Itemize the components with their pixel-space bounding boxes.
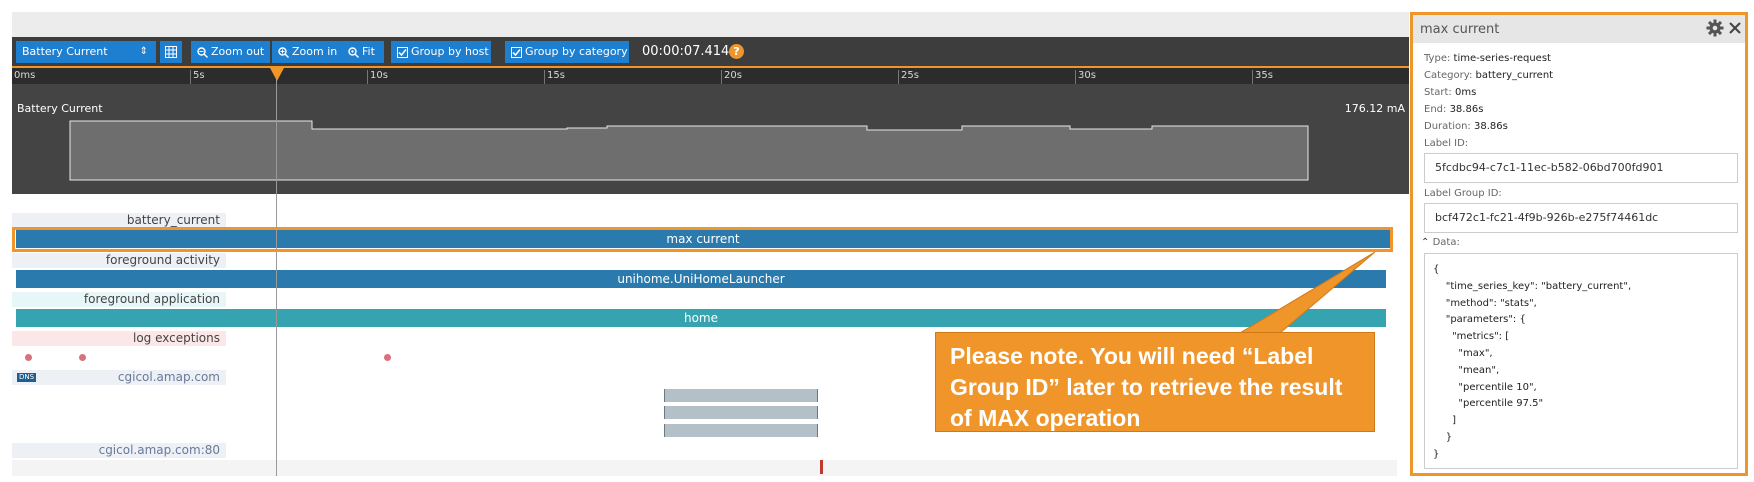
end-field: End: 38.86s xyxy=(1424,104,1483,115)
data-json-field[interactable]: { "time_series_key": "battery_current", … xyxy=(1424,253,1738,469)
type-field: Type: time-series-request xyxy=(1424,53,1551,64)
type-label: Type: xyxy=(1424,53,1451,64)
track-label-foreground-activity: foreground activity xyxy=(12,253,226,268)
track-label-battery-current: battery_current xyxy=(12,213,226,228)
zoom-in-label: Zoom in xyxy=(292,45,338,58)
zoom-out-label: Zoom out xyxy=(211,45,265,58)
log-exception-marker[interactable] xyxy=(25,354,32,361)
playhead-marker-icon[interactable] xyxy=(269,66,285,81)
bottom-strip xyxy=(12,460,1397,476)
ruler-tick: 10s xyxy=(367,70,388,84)
request-marker[interactable] xyxy=(820,460,823,474)
group-by-category-button[interactable]: Group by category xyxy=(505,41,629,63)
panel-header: max current xyxy=(1413,15,1745,43)
data-toggle[interactable]: ⌃ Data: xyxy=(1421,237,1460,248)
data-label: Data: xyxy=(1432,237,1460,248)
group-by-host-button[interactable]: Group by host xyxy=(391,41,491,63)
ruler-tick: 35s xyxy=(1252,70,1273,84)
dns-badge: DNS xyxy=(17,373,37,382)
group-by-category-label: Group by category xyxy=(525,45,628,58)
playhead-line xyxy=(276,66,277,476)
track-label-log-exceptions: log exceptions xyxy=(12,331,226,346)
panel-title: max current xyxy=(1420,22,1500,37)
category-value: battery_current xyxy=(1475,70,1554,81)
series-select[interactable]: Battery Current ⇕ xyxy=(16,41,156,63)
type-value: time-series-request xyxy=(1453,53,1551,64)
details-panel: max current Type: time-series-request Ca… xyxy=(1410,12,1748,476)
duration-label: Duration: xyxy=(1424,121,1471,132)
dns-host-label: cgicol.amap.com xyxy=(117,370,220,384)
log-exception-marker[interactable] xyxy=(384,354,391,361)
close-icon[interactable] xyxy=(1728,21,1742,35)
duration-field: Duration: 38.86s xyxy=(1424,121,1508,132)
ruler-tick: 20s xyxy=(721,70,742,84)
time-ruler[interactable]: 0ms 5s 10s 15s 20s 25s 30s 35s xyxy=(12,66,1409,84)
label-id-field[interactable]: 5fcdbc94-c7c1-11ec-b582-06bd700fd901 xyxy=(1424,153,1738,183)
request-bar[interactable] xyxy=(664,406,818,419)
callout-note: Please note. You will need “Label Group … xyxy=(935,332,1375,432)
category-field: Category: battery_current xyxy=(1424,70,1553,81)
callout-pointer xyxy=(1240,251,1376,334)
gear-icon[interactable] xyxy=(1706,19,1724,37)
fit-label: Fit xyxy=(362,45,375,58)
battery-current-graph[interactable]: Battery Current 176.12 mA xyxy=(12,84,1409,194)
track-label-host-port: cgicol.amap.com:80 xyxy=(12,443,226,458)
label-id-label: Label ID: xyxy=(1424,138,1469,149)
request-bar[interactable] xyxy=(664,424,818,437)
category-label: Category: xyxy=(1424,70,1473,81)
label-group-id-label: Label Group ID: xyxy=(1424,188,1502,199)
start-field: Start: 0ms xyxy=(1424,87,1476,98)
zoom-in-icon xyxy=(278,46,289,58)
help-icon[interactable]: ? xyxy=(729,44,744,59)
time-readout: 00:00:07.414 xyxy=(642,44,730,59)
ruler-tick: 15s xyxy=(544,70,565,84)
ruler-tick: 0ms xyxy=(14,70,36,81)
chevron-up-icon: ⌃ xyxy=(1421,237,1430,248)
fit-icon xyxy=(348,46,359,58)
zoom-in-button[interactable]: Zoom in xyxy=(272,41,352,63)
foreground-application-bar[interactable]: home xyxy=(16,309,1386,327)
start-value: 0ms xyxy=(1455,87,1477,98)
fit-button[interactable]: Fit xyxy=(342,41,384,63)
log-exception-marker[interactable] xyxy=(79,354,86,361)
duration-value: 38.86s xyxy=(1474,121,1508,132)
top-strip xyxy=(12,12,1409,37)
foreground-activity-bar[interactable]: unihome.UniHomeLauncher xyxy=(16,270,1386,288)
start-label: Start: xyxy=(1424,87,1452,98)
grid-view-button[interactable] xyxy=(160,41,182,63)
end-label: End: xyxy=(1424,104,1447,115)
ruler-tick: 30s xyxy=(1075,70,1096,84)
grid-icon xyxy=(165,46,177,58)
end-value: 38.86s xyxy=(1449,104,1484,115)
zoom-out-icon xyxy=(197,46,208,58)
selection-highlight xyxy=(12,227,1393,252)
ruler-tick: 5s xyxy=(190,70,205,84)
battery-waveform xyxy=(69,120,1309,181)
track-label-foreground-application: foreground application xyxy=(12,292,226,307)
timeline-toolbar: Battery Current ⇕ Zoom out Zoom in Fit G… xyxy=(12,37,1409,66)
label-group-id-field[interactable]: bcf472c1-fc21-4f9b-926b-e275f74461dc xyxy=(1424,203,1738,233)
series-select-value: Battery Current xyxy=(22,45,108,58)
group-by-host-label: Group by host xyxy=(411,45,489,58)
callout-text: Please note. You will need “Label Group … xyxy=(950,343,1343,431)
select-arrows-icon: ⇕ xyxy=(139,46,148,57)
checkbox-checked-icon xyxy=(397,46,408,58)
track-label-dns: DNS cgicol.amap.com xyxy=(12,370,226,385)
checkbox-checked-icon xyxy=(511,46,522,58)
ruler-tick: 25s xyxy=(898,70,919,84)
zoom-out-button[interactable]: Zoom out xyxy=(191,41,270,63)
request-bar[interactable] xyxy=(664,389,818,402)
